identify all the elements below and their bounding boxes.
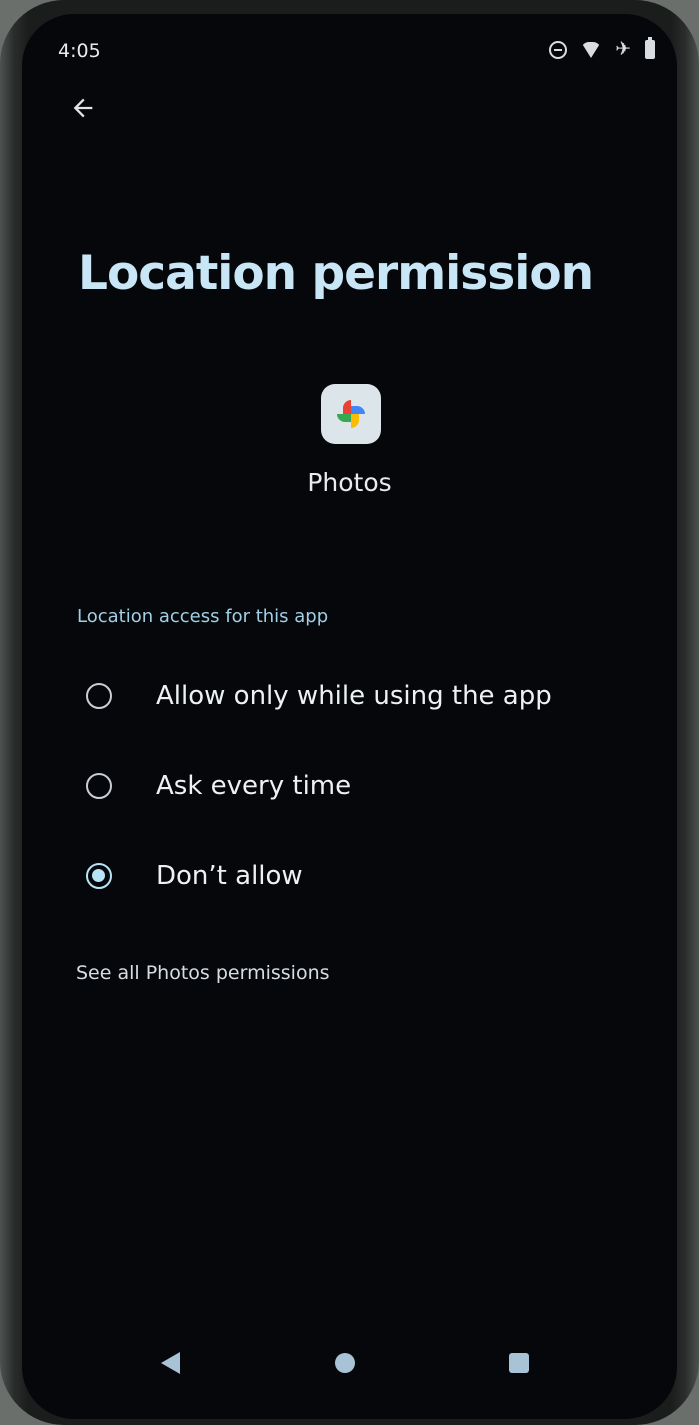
nav-recents-icon [509, 1353, 529, 1373]
status-time: 4:05 [58, 40, 101, 62]
radio-unselected-icon [86, 683, 112, 709]
pinwheel-icon [337, 400, 365, 428]
nav-back-button[interactable] [147, 1340, 193, 1386]
photos-app-icon [321, 384, 381, 444]
nav-back-icon [160, 1352, 180, 1374]
radio-unselected-icon [86, 773, 112, 799]
wifi-icon [581, 41, 602, 58]
radio-label: Don’t allow [156, 861, 303, 891]
nav-home-button[interactable] [322, 1340, 368, 1386]
battery-icon [645, 37, 655, 59]
radio-label: Ask every time [156, 771, 352, 801]
page-title: Location permission [78, 246, 594, 301]
screen: 4:05 ✈ Location permission Photos Locati… [22, 14, 677, 1419]
back-button[interactable] [58, 78, 108, 138]
radio-dont-allow[interactable]: Don’t allow [78, 846, 303, 906]
section-label: Location access for this app [77, 606, 329, 627]
status-icons: ✈ [549, 37, 655, 60]
do-not-disturb-icon [549, 40, 568, 59]
nav-home-icon [335, 1353, 355, 1373]
radio-label: Allow only while using the app [156, 681, 552, 711]
nav-recents-button[interactable] [496, 1340, 542, 1386]
arrow-back-icon [73, 98, 93, 118]
app-name: Photos [307, 468, 392, 497]
navigation-bar [22, 1324, 677, 1394]
airplane-mode-icon: ✈ [615, 38, 631, 60]
status-bar: 4:05 ✈ [22, 14, 677, 84]
see-all-permissions-link[interactable]: See all Photos permissions [76, 962, 330, 984]
radio-allow-while-using[interactable]: Allow only while using the app [78, 666, 552, 726]
phone-frame: 4:05 ✈ Location permission Photos Locati… [0, 0, 699, 1425]
radio-ask-every-time[interactable]: Ask every time [78, 756, 351, 816]
radio-selected-icon [86, 863, 112, 889]
